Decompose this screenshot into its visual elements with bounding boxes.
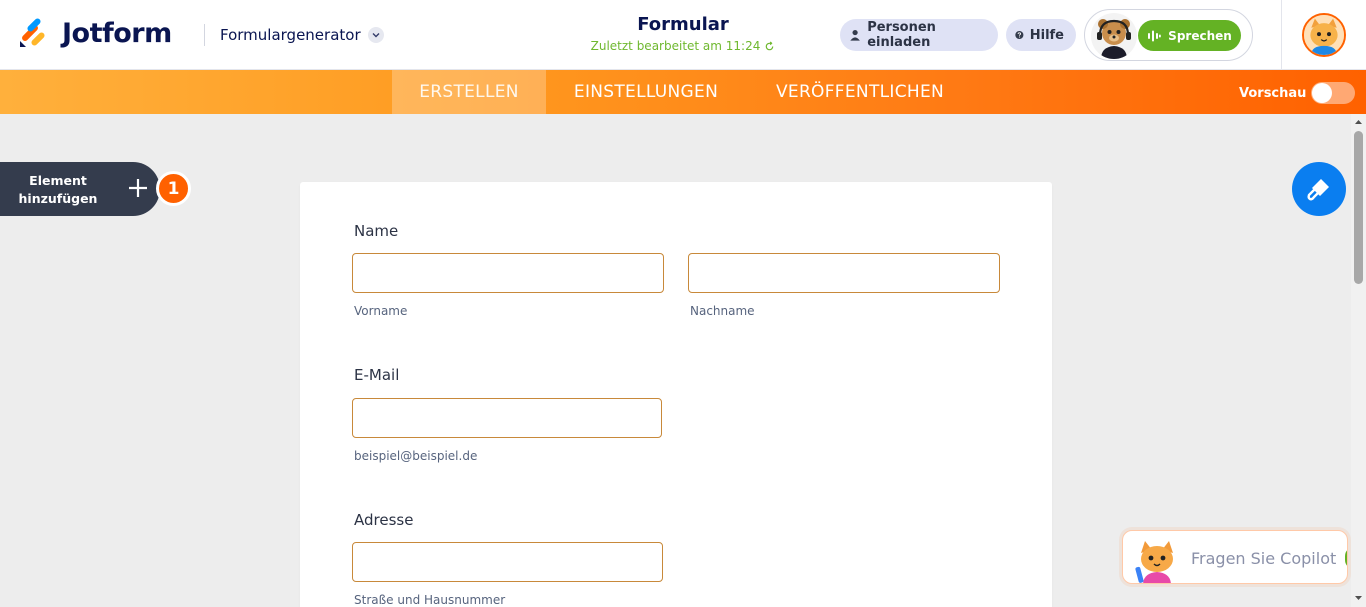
copilot-button[interactable]: Fragen Sie Copilot [1122, 530, 1348, 584]
form-title[interactable]: Formular [540, 14, 826, 35]
builder-nav: ERSTELLEN EINSTELLUNGEN VERÖFFENTLICHEN … [0, 70, 1366, 114]
person-icon [850, 29, 860, 41]
preview-label: Vorschau [1239, 85, 1307, 101]
invite-people-button[interactable]: Personen einladen [840, 19, 998, 51]
header-divider-right [1281, 0, 1282, 70]
help-button[interactable]: Hilfe [1006, 19, 1076, 51]
plus-icon [129, 179, 147, 197]
agent-avatar[interactable] [1091, 13, 1137, 59]
step-badge: 1 [156, 171, 191, 206]
tab-publish[interactable]: VERÖFFENTLICHEN [760, 70, 960, 114]
tab-create[interactable]: ERSTELLEN [392, 70, 546, 114]
top-header: Jotform Formulargenerator Formular Zulet… [0, 0, 1366, 70]
toggle-knob [1312, 83, 1333, 103]
speak-label: Sprechen [1168, 28, 1232, 43]
tab-settings[interactable]: EINSTELLUNGEN [560, 70, 732, 114]
scroll-down-arrow-icon[interactable] [1351, 592, 1366, 604]
jotform-logo[interactable]: Jotform [18, 16, 172, 50]
add-element-label-line1: Element [29, 173, 87, 188]
street-input[interactable] [352, 542, 663, 582]
add-element-label: Element hinzufügen [10, 172, 106, 208]
audio-waves-icon [1148, 30, 1161, 41]
add-element-label-line2: hinzufügen [18, 191, 98, 206]
street-sublabel: Straße und Hausnummer [354, 593, 506, 607]
add-element-button[interactable]: Element hinzufügen [0, 162, 160, 216]
email-input[interactable] [352, 398, 662, 438]
copilot-avatar [1135, 541, 1173, 583]
invite-label: Personen einladen [867, 20, 936, 50]
user-avatar[interactable] [1302, 13, 1346, 57]
logo-text: Jotform [62, 17, 172, 49]
form-designer-button[interactable] [1292, 162, 1346, 216]
name-field-label: Name [354, 222, 399, 240]
scroll-up-arrow-icon[interactable] [1351, 116, 1366, 128]
form-card: Name Vorname Nachname E-Mail beispiel@be… [300, 182, 1052, 607]
question-icon [1015, 30, 1024, 40]
last-edited-text: Zuletzt bearbeitet am 11:24 [590, 39, 761, 53]
address-field-label: Adresse [354, 511, 414, 529]
form-title-block: Formular Zuletzt bearbeitet am 11:24 [540, 14, 826, 54]
first-name-sublabel: Vorname [354, 304, 408, 318]
generator-dropdown[interactable]: Formulargenerator [220, 26, 384, 44]
first-name-input[interactable] [352, 253, 664, 293]
email-sublabel: beispiel@beispiel.de [354, 449, 478, 463]
speak-button[interactable]: Sprechen [1138, 20, 1241, 51]
generator-label: Formulargenerator [220, 26, 361, 44]
copilot-label: Fragen Sie Copilot [1191, 549, 1337, 568]
copilot-status-dot [1345, 547, 1347, 569]
last-edited-status: Zuletzt bearbeitet am 11:24 [591, 39, 776, 53]
paint-roller-icon [1307, 179, 1329, 201]
email-field-label: E-Mail [354, 366, 400, 384]
preview-toggle[interactable] [1311, 82, 1356, 104]
scrollbar-thumb[interactable] [1354, 131, 1363, 284]
jotform-logo-icon [20, 18, 45, 47]
help-label: Hilfe [1029, 27, 1064, 43]
header-divider [204, 24, 205, 46]
preview-toggle-group: Vorschau [1239, 82, 1356, 104]
refresh-icon [766, 40, 774, 50]
chevron-down-icon [367, 27, 384, 43]
last-name-sublabel: Nachname [690, 304, 755, 318]
ai-agent-widget: Sprechen [1084, 9, 1253, 61]
last-name-input[interactable] [688, 253, 1000, 293]
